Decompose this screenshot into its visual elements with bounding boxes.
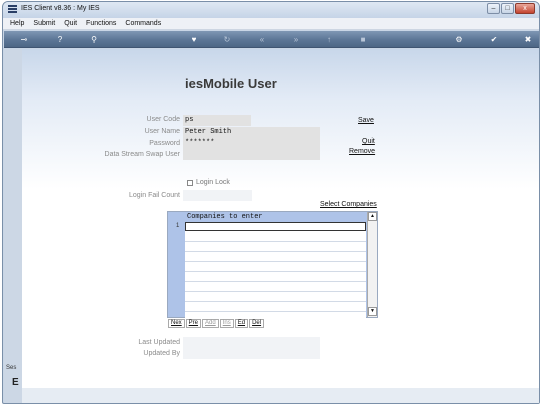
grid-row-divider <box>185 291 366 292</box>
grid-column-header: Companies to enter <box>185 213 366 222</box>
insert-button[interactable]: Ins <box>219 319 234 328</box>
app-window: IES Client v8.36 : My IES – □ x Help Sub… <box>2 1 540 404</box>
swap-user-field[interactable] <box>183 149 320 160</box>
save-button[interactable]: Save <box>358 117 374 124</box>
last-updated-label: Last Updated <box>138 339 180 346</box>
window-title: IES Client v8.36 : My IES <box>21 5 100 12</box>
login-fail-count-label: Login Fail Count <box>129 192 180 199</box>
select-companies-link[interactable]: Select Companies <box>320 201 377 208</box>
grid-row-divider <box>185 311 366 312</box>
menu-functions[interactable]: Functions <box>86 18 116 29</box>
edit-button[interactable]: Ed <box>234 319 249 328</box>
title-bar: IES Client v8.36 : My IES – □ x <box>3 2 539 18</box>
row-number: 1 <box>176 223 180 229</box>
scroll-up-icon[interactable]: ▲ <box>368 212 377 221</box>
panel-footer <box>22 388 539 403</box>
main-content: Ses E iesMobile User User Code ps User N… <box>4 49 539 403</box>
last-updated-field <box>183 337 320 348</box>
user-name-label: User Name <box>144 128 180 135</box>
app-logo-icon <box>8 5 17 14</box>
grid-cell-editor[interactable] <box>185 222 366 231</box>
swap-user-label: Data Stream Swap User <box>104 151 180 158</box>
maximize-button[interactable]: □ <box>501 3 514 14</box>
grid-buttons: Nex Pre Add Ins Ed Del <box>168 319 265 328</box>
companies-grid: 1 Companies to enter ▲ ▼ <box>167 211 378 318</box>
menu-bar: Help Submit Quit Functions Commands <box>3 18 539 30</box>
remove-button[interactable]: Remove <box>349 148 375 155</box>
grid-row-divider <box>185 271 366 272</box>
fast-forward-icon[interactable]: » <box>289 33 303 46</box>
stop-icon[interactable]: ■ <box>356 33 370 46</box>
minimize-button[interactable]: – <box>487 3 500 14</box>
updated-by-field <box>183 348 320 359</box>
login-lock-label: Login Lock <box>196 179 230 186</box>
close-icon[interactable]: ✖ <box>521 33 535 46</box>
updated-by-label: Updated By <box>143 350 180 357</box>
next-button[interactable]: Nex <box>168 319 185 328</box>
user-code-label: User Code <box>146 116 180 123</box>
rewind-icon[interactable]: « <box>255 33 269 46</box>
delete-button[interactable]: Del <box>249 319 265 328</box>
session-label: Ses <box>6 365 17 371</box>
toolbar: ⊸ ? ⚲ ♥ ↻ « » ↑ ■ ⚙ ✔ ✖ <box>4 31 539 48</box>
menu-submit[interactable]: Submit <box>33 18 55 29</box>
user-code-field[interactable]: ps <box>183 115 251 126</box>
password-field[interactable]: ******* <box>183 138 320 149</box>
quit-button[interactable]: Quit <box>362 138 375 145</box>
up-arrow-icon[interactable]: ↑ <box>322 33 336 46</box>
grid-body <box>185 222 366 318</box>
login-lock-checkbox[interactable] <box>187 180 193 186</box>
key-icon[interactable]: ⊸ <box>14 33 34 46</box>
login-fail-count-field[interactable] <box>183 190 252 201</box>
help-icon[interactable]: ? <box>53 33 67 46</box>
menu-commands[interactable]: Commands <box>125 18 161 29</box>
previous-button[interactable]: Pre <box>185 319 202 328</box>
menu-quit[interactable]: Quit <box>64 18 77 29</box>
window-controls: – □ x <box>487 3 535 14</box>
refresh-icon[interactable]: ↻ <box>220 33 234 46</box>
scroll-down-icon[interactable]: ▼ <box>368 307 377 316</box>
grid-row-divider <box>185 261 366 262</box>
grid-row-divider <box>185 281 366 282</box>
close-window-button[interactable]: x <box>515 3 535 14</box>
user-name-field[interactable]: Peter Smith <box>183 127 320 138</box>
grid-row-divider <box>185 251 366 252</box>
grid-scrollbar[interactable]: ▲ ▼ <box>367 212 377 317</box>
grid-row-divider <box>185 241 366 242</box>
check-icon[interactable]: ✔ <box>487 33 501 46</box>
session-sidebar: Ses E <box>4 49 22 403</box>
page-title: iesMobile User <box>185 76 277 91</box>
gear-icon[interactable]: ⚙ <box>452 33 466 46</box>
menu-help[interactable]: Help <box>10 18 24 29</box>
add-button[interactable]: Add <box>202 319 219 328</box>
password-label: Password <box>149 140 180 147</box>
search-icon[interactable]: ⚲ <box>87 33 101 46</box>
session-letter[interactable]: E <box>12 377 19 388</box>
heart-icon[interactable]: ♥ <box>187 33 201 46</box>
grid-row-divider <box>185 301 366 302</box>
